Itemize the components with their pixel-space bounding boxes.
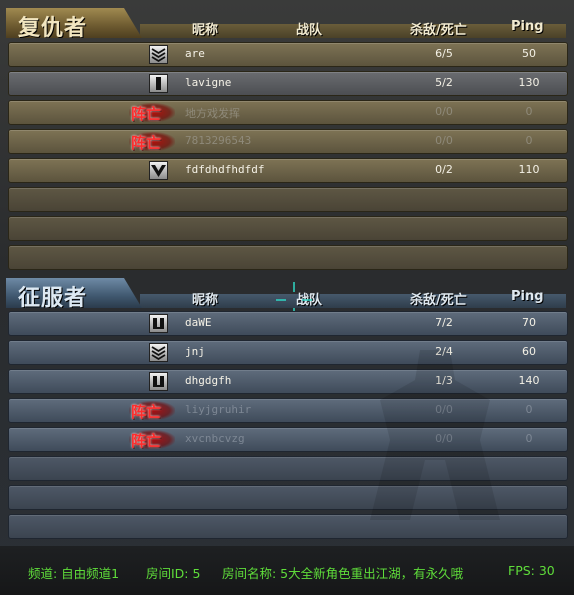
team-name-tab: 复仇者 bbox=[6, 8, 142, 38]
empty-slot bbox=[8, 216, 568, 241]
team-header-avengers: 复仇者 昵称 战队 杀敌/死亡 Ping bbox=[0, 4, 574, 40]
empty-slot bbox=[8, 187, 568, 212]
column-ping: Ping bbox=[511, 19, 544, 34]
player-kd: 6/5 bbox=[435, 47, 453, 60]
player-name: fdfdhdfhdfdf bbox=[185, 163, 265, 176]
player-name: jnj bbox=[185, 345, 205, 358]
column-squad: 战队 bbox=[296, 23, 323, 38]
player-name: 7813296543 bbox=[185, 134, 252, 147]
player-kd: 0/0 bbox=[435, 105, 453, 118]
player-ping: 50 bbox=[522, 47, 536, 60]
scoreboard: 复仇者 昵称 战队 杀敌/死亡 Ping are 6/5 50 lavigne … bbox=[0, 0, 574, 595]
player-ping: 0 bbox=[525, 134, 533, 147]
player-kd: 7/2 bbox=[435, 316, 453, 329]
player-row[interactable]: are 6/5 50 bbox=[8, 42, 568, 67]
status-footer: 频道: 自由频道1 房间ID: 5 房间名称: 5大全新角色重出江湖，有永久哦 … bbox=[0, 546, 574, 595]
dead-badge: 阵亡 bbox=[129, 430, 175, 450]
dead-badge: 阵亡 bbox=[129, 401, 175, 421]
player-row[interactable]: 阵亡 地方戏发挥 0/0 0 bbox=[8, 100, 568, 125]
column-ping: Ping bbox=[511, 289, 544, 304]
bar-rank-icon bbox=[149, 74, 168, 93]
player-kd: 0/0 bbox=[435, 134, 453, 147]
player-ping: 70 bbox=[522, 316, 536, 329]
player-name: dhgdgfh bbox=[185, 374, 232, 387]
player-kd: 5/2 bbox=[435, 76, 453, 89]
shield-rank-icon bbox=[149, 314, 168, 333]
player-row[interactable]: lavigne 5/2 130 bbox=[8, 71, 568, 96]
room-name-label: 房间名称: 5大全新角色重出江湖，有永久哦 bbox=[222, 566, 464, 581]
column-nickname: 昵称 bbox=[192, 23, 219, 38]
fps-label: FPS: 30 bbox=[508, 563, 555, 578]
player-name: are bbox=[185, 47, 205, 60]
team-name-tab: 征服者 bbox=[6, 278, 142, 308]
column-kd: 杀敌/死亡 bbox=[410, 23, 467, 38]
chevron-rank-icon bbox=[149, 343, 168, 362]
player-row[interactable]: 阵亡 7813296543 0/0 0 bbox=[8, 129, 568, 154]
player-name: liyjgruhir bbox=[185, 403, 252, 416]
player-name: lavigne bbox=[185, 76, 232, 89]
player-kd: 0/2 bbox=[435, 163, 453, 176]
chevron-rank-icon bbox=[149, 45, 168, 64]
player-name: xvcnbcvzg bbox=[185, 432, 245, 445]
v-rank-icon bbox=[149, 161, 168, 180]
empty-slot bbox=[8, 245, 568, 270]
team-name: 征服者 bbox=[18, 286, 88, 311]
channel-label: 频道: 自由频道1 bbox=[28, 566, 120, 581]
player-ping: 110 bbox=[518, 163, 540, 176]
column-kd: 杀敌/死亡 bbox=[410, 293, 467, 308]
player-row[interactable]: fdfdhdfhdfdf 0/2 110 bbox=[8, 158, 568, 183]
column-nickname: 昵称 bbox=[192, 293, 219, 308]
shield-rank-icon bbox=[149, 372, 168, 391]
team-name: 复仇者 bbox=[18, 16, 88, 41]
dead-badge: 阵亡 bbox=[129, 132, 175, 152]
player-ping: 130 bbox=[518, 76, 540, 89]
soldier-silhouette-icon bbox=[370, 350, 500, 520]
room-id-label: 房间ID: 5 bbox=[146, 566, 201, 581]
player-name: daWE bbox=[185, 316, 212, 329]
player-name: 地方戏发挥 bbox=[185, 107, 240, 120]
dead-badge: 阵亡 bbox=[129, 103, 175, 123]
player-ping: 0 bbox=[525, 105, 533, 118]
